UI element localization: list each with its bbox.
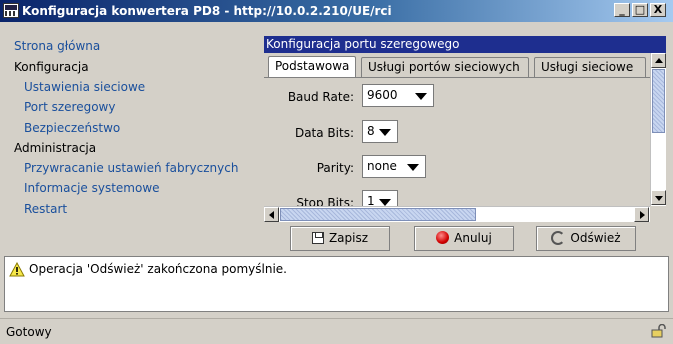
refresh-icon xyxy=(551,230,566,245)
scroll-left-icon[interactable] xyxy=(264,207,279,222)
cancel-button-label: Anuluj xyxy=(454,231,492,245)
tab-basic[interactable]: Podstawowa xyxy=(268,56,356,78)
tab-network-services[interactable]: Usługi sieciowe xyxy=(534,57,646,78)
cancel-button[interactable]: Anuluj xyxy=(414,226,514,251)
vertical-scrollbar[interactable] xyxy=(650,53,666,206)
message-area: Operacja 'Odśwież' zakończona pomyślnie. xyxy=(4,256,669,312)
minimize-button[interactable]: _ xyxy=(614,3,630,17)
stop-bits-label: Stop Bits: xyxy=(296,196,354,206)
data-bits-select[interactable]: 8 xyxy=(362,120,398,143)
baud-rate-label: Baud Rate: xyxy=(287,90,354,104)
parity-select[interactable]: none xyxy=(362,155,426,178)
serial-port-config-panel: Konfiguracja portu szeregowego Podstawow… xyxy=(264,36,666,254)
save-icon xyxy=(311,231,324,244)
lock-icon xyxy=(651,324,666,338)
nav-network-settings[interactable]: Ustawienia sieciowe xyxy=(24,80,145,94)
parity-value: none xyxy=(367,159,397,173)
status-text: Gotowy xyxy=(6,325,52,339)
action-button-bar: Zapisz Anuluj Odśwież xyxy=(264,222,666,254)
panel-title: Konfiguracja portu szeregowego xyxy=(264,36,666,53)
scroll-right-icon[interactable] xyxy=(634,207,649,222)
parity-label: Parity: xyxy=(316,161,354,175)
horizontal-scrollbar[interactable] xyxy=(264,206,650,222)
save-button-label: Zapisz xyxy=(328,231,369,245)
app-icon xyxy=(3,3,19,18)
chevron-down-icon xyxy=(415,93,427,100)
data-bits-label: Data Bits: xyxy=(294,126,354,140)
horizontal-scroll-thumb[interactable] xyxy=(280,208,476,221)
window-title: Konfiguracja konwertera PD8 - http://10.… xyxy=(22,4,392,18)
refresh-button[interactable]: Odśwież xyxy=(536,226,636,251)
status-bar: Gotowy xyxy=(0,318,673,344)
refresh-button-label: Odśwież xyxy=(570,231,621,245)
close-button[interactable]: X xyxy=(650,3,666,17)
baud-rate-select[interactable]: 9600 xyxy=(362,84,434,107)
scroll-up-icon[interactable] xyxy=(651,53,666,68)
stop-bits-select[interactable]: 1 xyxy=(362,190,398,206)
maximize-button[interactable]: □ xyxy=(632,3,648,17)
chevron-down-icon xyxy=(407,164,419,171)
tab-network-port-services[interactable]: Usługi portów sieciowych xyxy=(361,57,529,78)
tab-divider xyxy=(264,77,650,78)
chevron-down-icon xyxy=(379,129,391,136)
nav-system-info[interactable]: Informacje systemowe xyxy=(24,181,160,195)
nav-factory-reset[interactable]: Przywracanie ustawień fabrycznych xyxy=(24,161,238,175)
data-bits-value: 8 xyxy=(367,124,375,138)
nav-home[interactable]: Strona główna xyxy=(14,39,100,53)
tab-content-area: Podstawowa Usługi portów sieciowych Usłu… xyxy=(264,53,650,206)
nav-security[interactable]: Bezpieczeństwo xyxy=(24,121,120,135)
scroll-down-icon[interactable] xyxy=(651,190,666,205)
nav-section-configuration: Konfiguracja xyxy=(14,60,89,74)
nav-serial-port[interactable]: Port szeregowy xyxy=(24,100,115,114)
window-title-bar: Konfiguracja konwertera PD8 - http://10.… xyxy=(0,0,673,22)
chevron-down-icon xyxy=(379,199,391,206)
baud-rate-value: 9600 xyxy=(367,88,398,102)
stop-bits-value: 1 xyxy=(367,194,375,206)
vertical-scroll-thumb[interactable] xyxy=(652,69,665,133)
cancel-icon xyxy=(436,231,450,244)
status-message: Operacja 'Odśwież' zakończona pomyślnie. xyxy=(29,262,287,276)
nav-restart[interactable]: Restart xyxy=(24,202,67,216)
nav-section-administration: Administracja xyxy=(14,141,97,155)
save-button[interactable]: Zapisz xyxy=(290,226,390,251)
info-icon xyxy=(9,262,25,277)
scrollbar-corner xyxy=(650,206,666,222)
